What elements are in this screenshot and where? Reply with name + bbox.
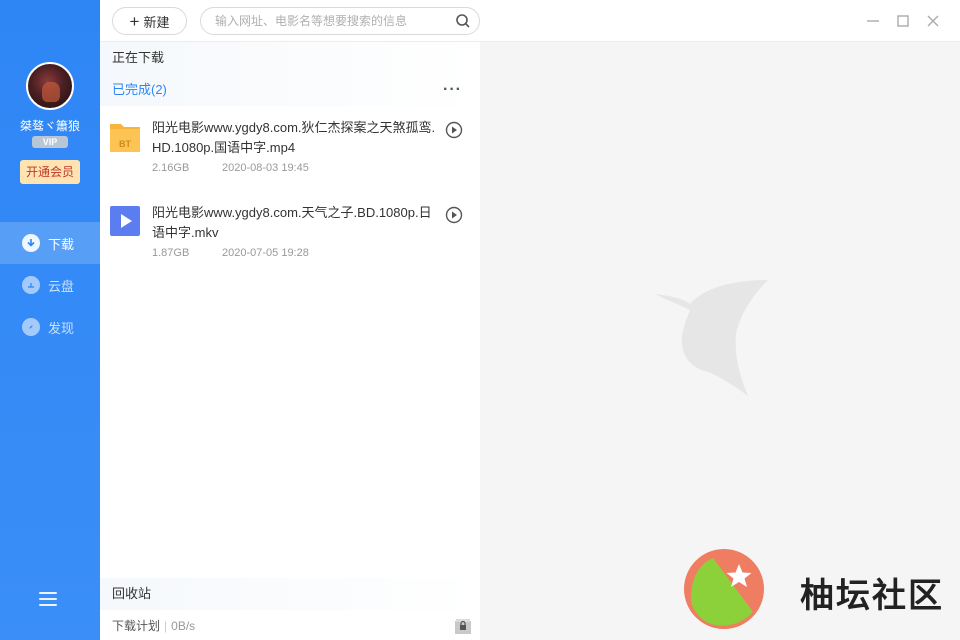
play-icon[interactable] xyxy=(445,121,463,139)
search-box xyxy=(200,7,480,35)
vip-badge: VIP xyxy=(32,136,68,148)
avatar[interactable] xyxy=(26,62,74,110)
search-input[interactable] xyxy=(215,8,445,34)
section-completed[interactable]: 已完成(2) ··· xyxy=(100,74,480,106)
menu-icon[interactable] xyxy=(39,592,57,606)
sidebar-item-label: 云盘 xyxy=(48,278,75,294)
compass-icon xyxy=(22,318,40,336)
detail-empty-area: 柚坛社区 xyxy=(480,42,960,640)
video-file-icon xyxy=(110,206,140,236)
sidebar-item-discover[interactable]: 发现 xyxy=(0,306,100,348)
download-list-panel: 正在下载 已完成(2) ··· BT 阳光电影www.ygdy8.com.狄仁杰… xyxy=(100,42,480,640)
new-task-label: 新建 xyxy=(143,14,170,30)
cloud-icon xyxy=(22,276,40,294)
download-plan-bar: 下载计划 | 0B/s xyxy=(112,619,196,633)
section-completed-label: 已完成(2) xyxy=(112,82,167,97)
sidebar-item-label: 发现 xyxy=(48,320,75,336)
bt-folder-icon: BT xyxy=(110,124,140,152)
open-membership-button[interactable]: 开通会员 xyxy=(20,160,80,184)
sidebar-item-download[interactable]: 下载 xyxy=(0,222,100,264)
download-icon xyxy=(22,234,40,252)
section-downloading[interactable]: 正在下载 xyxy=(100,42,480,74)
sidebar: 桀骜ヾ簫狼 VIP 开通会员 下载 云盘 发现 xyxy=(0,0,100,640)
minimize-icon[interactable] xyxy=(865,13,881,29)
maximize-icon[interactable] xyxy=(895,13,911,29)
username[interactable]: 桀骜ヾ簫狼 xyxy=(0,117,100,134)
file-size: 2.16GB xyxy=(152,162,190,174)
search-icon[interactable] xyxy=(455,13,471,29)
file-size: 1.87GB xyxy=(152,247,190,259)
file-date: 2020-07-05 19:28 xyxy=(222,247,309,259)
file-name: 阳光电影www.ygdy8.com.天气之子.BD.1080p.日语中字.mkv xyxy=(152,205,432,240)
file-date: 2020-08-03 19:45 xyxy=(222,162,309,174)
file-name: 阳光电影www.ygdy8.com.狄仁杰探案之天煞孤鸾.HD.1080p.国语… xyxy=(152,120,436,155)
watermark-text: 柚坛社区 xyxy=(800,576,944,616)
thunder-bird-logo-icon xyxy=(655,280,768,396)
watermark-logo-icon xyxy=(684,549,764,629)
plus-icon: + xyxy=(129,11,140,31)
download-speed: 0B/s xyxy=(171,619,196,633)
play-icon[interactable] xyxy=(445,206,463,224)
sidebar-item-label: 下载 xyxy=(48,236,75,252)
download-plan-label[interactable]: 下载计划 xyxy=(112,619,160,633)
list-item[interactable]: 阳光电影www.ygdy8.com.天气之子.BD.1080p.日语中字.mkv… xyxy=(100,191,480,275)
recycle-bin[interactable]: 回收站 xyxy=(100,578,480,610)
lock-icon[interactable] xyxy=(454,617,472,635)
sidebar-item-cloud[interactable]: 云盘 xyxy=(0,264,100,306)
top-toolbar: + 新建 xyxy=(100,0,960,42)
svg-text:BT: BT xyxy=(119,139,131,149)
list-item[interactable]: BT 阳光电影www.ygdy8.com.狄仁杰探案之天煞孤鸾.HD.1080p… xyxy=(100,106,480,190)
close-icon[interactable] xyxy=(925,13,941,29)
new-task-button[interactable]: + 新建 xyxy=(112,7,187,35)
more-options-icon[interactable]: ··· xyxy=(443,74,462,106)
